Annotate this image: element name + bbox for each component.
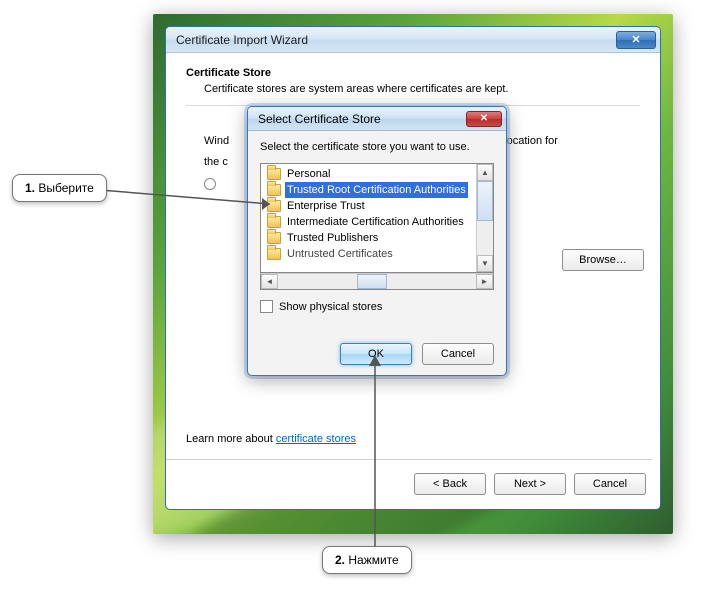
scroll-thumb[interactable] [477, 181, 493, 221]
folder-icon [267, 248, 281, 260]
tree-item-untrusted[interactable]: Untrusted Certificates [261, 246, 476, 262]
close-icon: ✕ [480, 113, 488, 124]
section-desc: Certificate stores are system areas wher… [204, 83, 640, 95]
callout-2: 2. Нажмите [322, 546, 412, 574]
scroll-left-button[interactable]: ◄ [261, 274, 278, 289]
folder-icon [267, 216, 281, 228]
dialog-body: Select the certificate store you want to… [248, 131, 506, 375]
tree-item-enterprise-trust[interactable]: Enterprise Trust [261, 198, 476, 214]
wizard-button-row: < Back Next > Cancel [414, 473, 646, 495]
tree-item-intermediate-ca[interactable]: Intermediate Certification Authorities [261, 214, 476, 230]
back-button[interactable]: < Back [414, 473, 486, 495]
scroll-down-button[interactable]: ▼ [477, 255, 493, 272]
store-tree: Personal Trusted Root Certification Auth… [260, 163, 494, 273]
section-title: Certificate Store [186, 67, 640, 79]
hscroll-thumb[interactable] [357, 274, 387, 289]
callout-2-arrow [360, 350, 390, 550]
browse-button[interactable]: Browse… [562, 249, 644, 271]
dialog-close-button[interactable]: ✕ [466, 111, 502, 127]
show-physical-row[interactable]: Show physical stores [260, 300, 494, 313]
next-button[interactable]: Next > [494, 473, 566, 495]
scroll-up-button[interactable]: ▲ [477, 164, 493, 181]
checkbox-icon[interactable] [260, 300, 273, 313]
dialog-cancel-button[interactable]: Cancel [422, 343, 494, 365]
dialog-prompt: Select the certificate store you want to… [260, 141, 494, 153]
folder-icon [267, 232, 281, 244]
tree-item-trusted-root[interactable]: Trusted Root Certification Authorities [261, 182, 476, 198]
wizard-title: Certificate Import Wizard [176, 33, 616, 47]
tree-item-trusted-publishers[interactable]: Trusted Publishers [261, 230, 476, 246]
vertical-scrollbar[interactable]: ▲ ▼ [476, 164, 493, 272]
select-store-dialog: Select Certificate Store ✕ Select the ce… [247, 106, 507, 376]
hscroll-track[interactable] [278, 274, 476, 289]
tree-item-personal[interactable]: Personal [261, 166, 476, 182]
scroll-right-button[interactable]: ► [476, 274, 493, 289]
learn-more: Learn more about certificate stores [186, 433, 356, 445]
scroll-track[interactable] [477, 221, 493, 255]
wizard-close-button[interactable]: ✕ [616, 31, 656, 49]
folder-icon [267, 168, 281, 180]
store-tree-list[interactable]: Personal Trusted Root Certification Auth… [261, 164, 476, 272]
callout-1-arrow [100, 186, 280, 216]
horizontal-scrollbar[interactable]: ◄ ► [260, 273, 494, 290]
learn-more-link[interactable]: certificate stores [276, 433, 356, 445]
callout-1: 1. Выберите [12, 174, 107, 202]
show-physical-label: Show physical stores [279, 301, 382, 313]
close-icon: ✕ [631, 33, 640, 46]
dialog-titlebar[interactable]: Select Certificate Store ✕ [248, 107, 506, 131]
dialog-title: Select Certificate Store [258, 112, 466, 126]
wizard-cancel-button[interactable]: Cancel [574, 473, 646, 495]
wizard-titlebar[interactable]: Certificate Import Wizard ✕ [166, 27, 660, 53]
